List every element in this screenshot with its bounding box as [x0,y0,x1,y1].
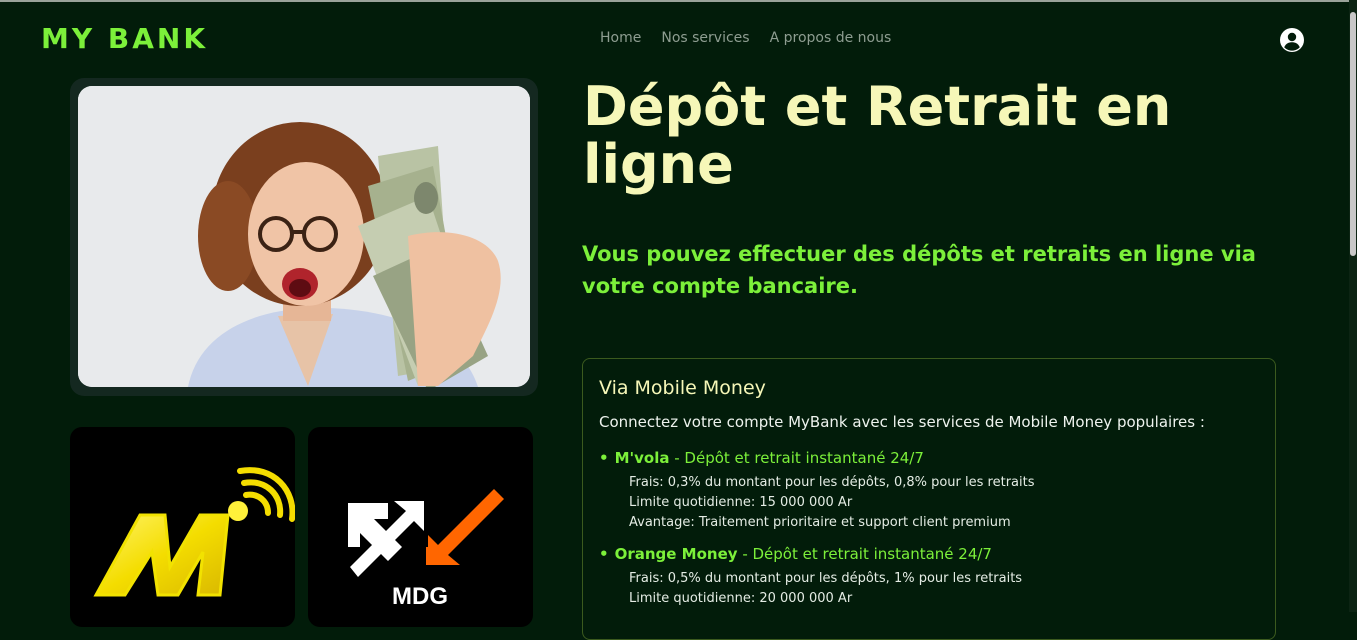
brand-logo[interactable]: MY BANK [41,22,208,55]
hero-image-card [70,78,538,396]
user-circle-icon[interactable] [1280,28,1304,52]
service-advantage: Avantage: Traitement prioritaire et supp… [629,515,1011,530]
orange-money-logo-card[interactable]: MDG [308,427,533,627]
bullet: • [599,449,609,467]
service-limit: Limite quotidienne: 20 000 000 Ar [629,591,853,606]
scrollbar-thumb[interactable] [1350,12,1356,256]
service-name: M'vola [614,449,670,467]
separator: - [669,449,685,467]
service-name: Orange Money [614,545,738,563]
nav-about-link[interactable]: A propos de nous [770,30,892,46]
orange-caption: MDG [392,583,448,610]
main-nav: Home Nos services A propos de nous [600,30,891,46]
hero-photo [78,86,530,387]
service-fees: Frais: 0,3% du montant pour les dépôts, … [629,475,1035,490]
panel-intro: Connectez votre compte MyBank avec les s… [599,413,1205,431]
mvola-logo [93,467,295,597]
nav-home-link[interactable]: Home [600,30,641,46]
page-scrollbar[interactable] [1349,0,1357,612]
separator: - [737,545,753,563]
orange-money-logo: MDG [348,489,504,610]
service-limit: Limite quotidienne: 15 000 000 Ar [629,495,853,510]
service-mvola: • M'vola - Dépôt et retrait instantané 24… [599,449,1259,533]
page-subtitle: Vous pouvez effectuer des dépôts et retr… [582,242,1256,298]
service-orange-money: • Orange Money - Dépôt et retrait instant… [599,545,1259,609]
panel-title: Via Mobile Money [599,377,766,399]
bullet: • [599,545,609,563]
woman-holding-money-image [78,86,530,387]
service-description: Dépôt et retrait instantané 24/7 [752,545,992,563]
service-fees: Frais: 0,5% du montant pour les dépôts, … [629,571,1023,586]
nav-services-link[interactable]: Nos services [661,30,749,46]
window-top-border [0,0,1357,2]
service-description: Dépôt et retrait instantané 24/7 [684,449,924,467]
mvola-logo-card[interactable] [70,427,295,627]
page-title: Dépôt et Retrait en ligne [583,75,1172,196]
mobile-money-panel: Via Mobile Money Connectez votre compte … [582,358,1276,640]
